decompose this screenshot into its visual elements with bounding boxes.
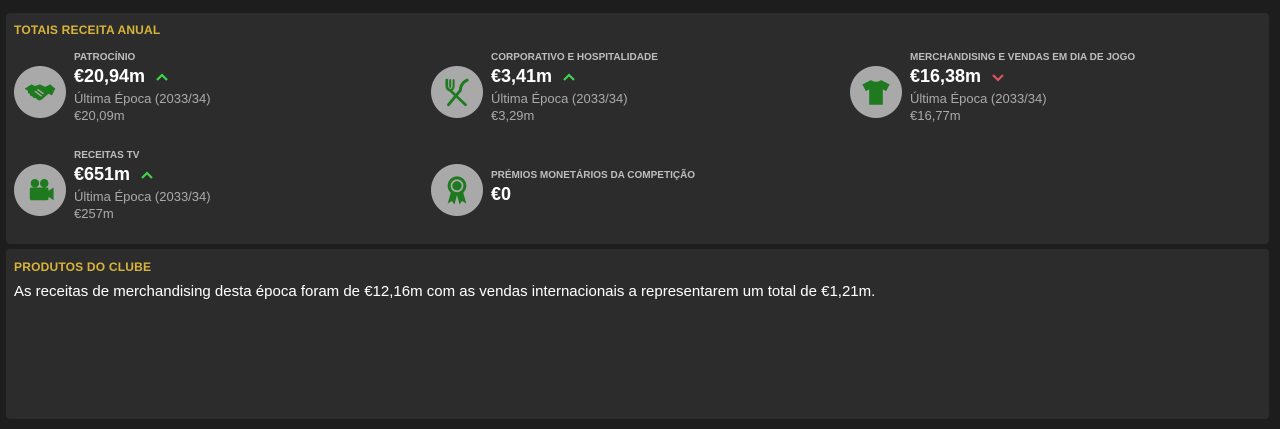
panel-title: TOTAIS RECEITA ANUAL — [14, 23, 161, 37]
video-camera-icon — [14, 164, 66, 216]
last-season-label: Última Época (2033/34) — [74, 189, 211, 204]
revenue-item-tv[interactable]: RECEITAS TV €651m Última Época (2033/34)… — [14, 150, 414, 230]
revenue-label: CORPORATIVO E HOSPITALIDADE — [491, 52, 658, 63]
trend-up-icon — [156, 72, 168, 81]
revenue-value: €651m — [74, 164, 131, 184]
fork-knife-icon — [431, 66, 483, 118]
panel-title: PRODUTOS DO CLUBE — [14, 260, 152, 274]
trend-up-icon — [141, 170, 153, 179]
shirt-icon — [850, 66, 902, 118]
revenue-item-prize-money[interactable]: PRÉMIOS MONETÁRIOS DA COMPETIÇÃO €0 — [431, 150, 831, 230]
last-season-value: €3,29m — [491, 108, 535, 123]
revenue-label: MERCHANDISING E VENDAS EM DIA DE JOGO — [910, 52, 1136, 63]
last-season-label: Última Época (2033/34) — [491, 91, 628, 106]
last-season-value: €20,09m — [74, 108, 125, 123]
last-season-label: Última Época (2033/34) — [910, 91, 1047, 106]
trend-down-icon — [992, 73, 1004, 82]
revenue-label: PRÉMIOS MONETÁRIOS DA COMPETIÇÃO — [491, 170, 696, 181]
handshake-icon — [14, 66, 66, 118]
revenue-value: €16,38m — [910, 66, 982, 86]
club-products-panel: PRODUTOS DO CLUBE As receitas de merchan… — [6, 249, 1269, 419]
annual-revenue-panel: TOTAIS RECEITA ANUAL PATROCÍNIO €20,94m … — [6, 13, 1269, 244]
revenue-label: PATROCÍNIO — [74, 52, 136, 63]
award-ribbon-icon — [431, 164, 483, 216]
revenue-label: RECEITAS TV — [74, 150, 140, 161]
revenue-item-merchandising[interactable]: MERCHANDISING E VENDAS EM DIA DE JOGO €1… — [850, 52, 1250, 132]
revenue-value: €20,94m — [74, 66, 146, 86]
last-season-value: €257m — [74, 206, 114, 221]
trend-up-icon — [563, 72, 575, 81]
revenue-value: €0 — [491, 184, 512, 204]
revenue-item-corporate[interactable]: CORPORATIVO E HOSPITALIDADE €3,41m Últim… — [431, 52, 831, 132]
last-season-value: €16,77m — [910, 108, 961, 123]
merchandising-description: As receitas de merchandising desta época… — [14, 283, 876, 300]
revenue-value: €3,41m — [491, 66, 553, 86]
last-season-label: Última Época (2033/34) — [74, 91, 211, 106]
revenue-item-sponsorship[interactable]: PATROCÍNIO €20,94m Última Época (2033/34… — [14, 52, 414, 132]
